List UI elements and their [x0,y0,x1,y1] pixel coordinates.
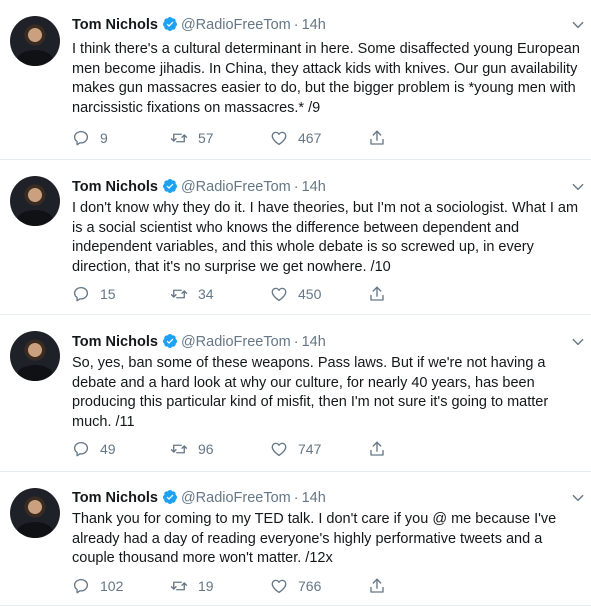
share-icon [370,130,384,145]
verified-badge-icon [162,490,177,505]
share-icon [370,578,384,593]
like-icon [271,442,287,457]
reply-count: 15 [100,286,116,302]
like-button[interactable]: 467 [270,128,321,148]
tweet[interactable]: Tom Nichols @RadioFreeTom · 14h So, yes, ba… [0,315,591,472]
tweet-text: So, yes, ban some of these weapons. Pass… [72,355,549,430]
avatar[interactable] [10,176,60,226]
retweet-button[interactable]: 19 [170,576,214,596]
like-count: 467 [298,130,322,146]
retweet-icon [170,581,188,591]
like-count: 766 [298,578,322,594]
author-name[interactable]: Tom Nichols [72,334,158,350]
tweet-feed: Tom Nichols @RadioFreeTom · 14h I think the… [0,0,591,606]
reply-button[interactable]: 102 [72,576,123,596]
avatar[interactable] [10,488,60,538]
share-button[interactable] [368,284,386,304]
reply-button[interactable]: 49 [72,439,116,459]
author-handle[interactable]: @RadioFreeTom [181,490,291,506]
reply-count: 102 [100,578,124,594]
verified-badge-icon [162,179,177,194]
like-button[interactable]: 747 [270,439,321,459]
retweet-icon [170,133,188,143]
like-icon [271,579,287,594]
retweet-count: 57 [198,130,214,146]
chevron-down-icon[interactable] [571,18,585,32]
timestamp[interactable]: 14h [302,490,326,506]
author-name[interactable]: Tom Nichols [72,179,158,195]
chevron-down-icon[interactable] [571,180,585,194]
verified-badge-icon [162,334,177,349]
share-button[interactable] [368,439,386,459]
timestamp[interactable]: 14h [302,179,326,195]
timestamp[interactable]: 14h [302,334,326,350]
chevron-down-icon[interactable] [571,335,585,349]
reply-icon [73,286,89,302]
avatar[interactable] [10,331,60,381]
tweet-text: I don't know why they do it. I have theo… [72,200,579,275]
tweet[interactable]: Tom Nichols @RadioFreeTom · 14h I think the… [0,0,591,160]
like-count: 747 [298,441,322,457]
retweet-button[interactable]: 34 [170,284,214,304]
separator-dot: · [293,334,299,350]
retweet-count: 34 [198,286,214,302]
share-icon [370,441,384,456]
author-handle[interactable]: @RadioFreeTom [181,179,291,195]
retweet-count: 96 [198,441,214,457]
author-handle[interactable]: @RadioFreeTom [181,17,291,33]
like-count: 450 [298,286,322,302]
like-icon [271,131,287,146]
retweet-count: 19 [198,578,214,594]
verified-badge-icon [162,17,177,32]
share-button[interactable] [368,128,386,148]
avatar[interactable] [10,16,60,66]
separator-dot: · [293,17,299,33]
like-button[interactable]: 766 [270,576,321,596]
reply-button[interactable]: 9 [72,128,108,148]
reply-button[interactable]: 15 [72,284,116,304]
reply-count: 49 [100,441,116,457]
tweet-text: Thank you for coming to my TED talk. I d… [72,511,557,566]
separator-dot: · [293,179,299,195]
tweet-header: Tom Nichols @RadioFreeTom · 14h [72,333,326,351]
reply-icon [73,441,89,457]
retweet-button[interactable]: 57 [170,128,214,148]
retweet-icon [170,289,188,299]
tweet-header: Tom Nichols @RadioFreeTom · 14h [72,489,326,507]
author-name[interactable]: Tom Nichols [72,17,158,33]
share-icon [370,286,384,301]
share-button[interactable] [368,576,386,596]
reply-icon [73,130,89,146]
like-icon [271,287,287,302]
tweet[interactable]: Tom Nichols @RadioFreeTom · 14h Thank you f… [0,472,591,606]
retweet-icon [170,444,188,454]
timestamp[interactable]: 14h [302,17,326,33]
tweet[interactable]: Tom Nichols @RadioFreeTom · 14h I don't kno… [0,160,591,315]
author-name[interactable]: Tom Nichols [72,490,158,506]
tweet-header: Tom Nichols @RadioFreeTom · 14h [72,16,326,34]
reply-count: 9 [100,130,108,146]
separator-dot: · [293,490,299,506]
retweet-button[interactable]: 96 [170,439,214,459]
reply-icon [73,578,89,594]
chevron-down-icon[interactable] [571,491,585,505]
author-handle[interactable]: @RadioFreeTom [181,334,291,350]
like-button[interactable]: 450 [270,284,321,304]
tweet-text: I think there's a cultural determinant i… [72,41,580,116]
tweet-header: Tom Nichols @RadioFreeTom · 14h [72,178,326,196]
